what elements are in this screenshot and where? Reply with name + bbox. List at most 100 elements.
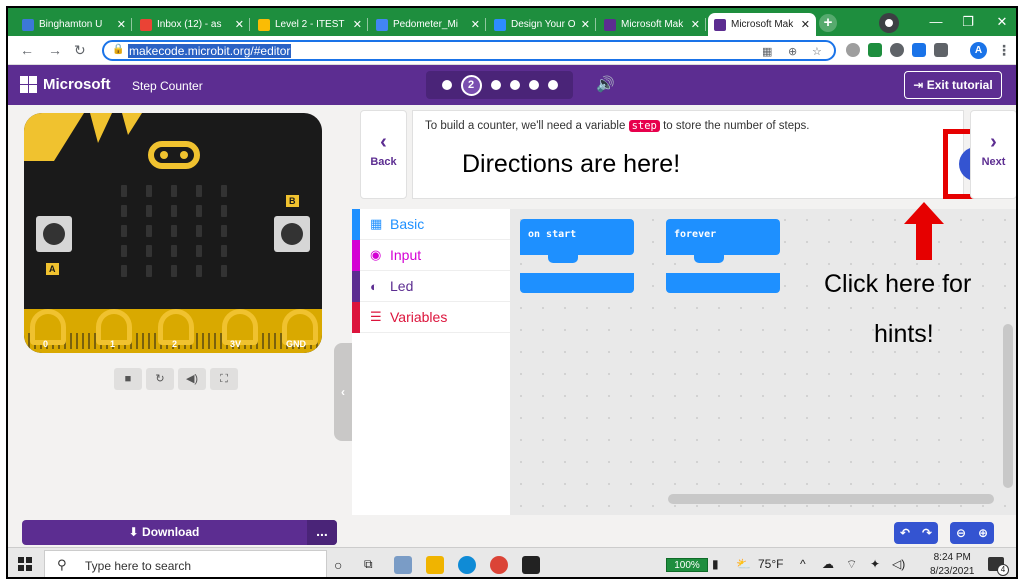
screenshot-frame: Binghamton U ✕ Inbox (12) - as ✕ Level 2… [6,6,1018,579]
extension-search-icon[interactable] [890,43,904,57]
search-icon: ⚲ [57,557,67,572]
app-icon[interactable] [394,556,412,574]
browser-profile-icon[interactable] [879,13,899,33]
task-view-icon[interactable]: ⧉ [364,557,373,572]
weather-icon[interactable]: ⛅ [736,557,751,571]
browser-menu-icon[interactable]: ⋮ [997,42,1011,59]
brand-name[interactable]: Microsoft [43,76,111,93]
exit-tutorial-button[interactable]: ⇥ Exit tutorial [904,71,1002,99]
forward-arrow-icon[interactable]: → [48,42,62,58]
toolbox-category-variables[interactable]: ☰ Variables [352,301,510,333]
windows-start-icon[interactable] [18,557,32,571]
speaker-icon[interactable]: 🔊 [596,75,615,93]
dropbox-icon[interactable]: ✦ [870,557,880,571]
on-start-block[interactable]: on start [520,219,634,293]
tab-label: Design Your O [511,19,576,30]
gmail-favicon-icon [140,18,152,31]
more-options-button[interactable]: ... [307,520,337,545]
toolbox-category-basic[interactable]: ▦ Basic [352,208,510,240]
category-label: Input [390,247,422,263]
close-icon[interactable]: ✕ [801,18,810,31]
minimize-icon[interactable]: — [924,14,948,29]
tab-design[interactable]: Design Your O ✕ [488,13,596,36]
chevron-up-icon[interactable]: ^ [800,557,806,571]
button-a[interactable] [36,216,72,252]
tab-level2[interactable]: Level 2 - ITEST ✕ [252,13,368,36]
step-dot-1[interactable] [441,80,452,90]
notifications-icon[interactable]: 4 [988,557,1009,576]
block-label: forever [674,229,717,240]
sticky-app-icon[interactable] [522,556,540,574]
step-dot-6[interactable] [547,80,558,90]
tab-inbox[interactable]: Inbox (12) - as ✕ [134,13,250,36]
url-input[interactable]: 🔒 makecode.microbit.org/#editor ▦ ⊕ ☆ [102,40,836,61]
undo-icon[interactable]: ↶ [894,522,916,544]
url-text[interactable]: makecode.microbit.org/#editor [128,44,292,58]
makecode-favicon-icon [714,18,726,31]
restore-icon[interactable]: ❐ [956,14,980,30]
qr-code-icon[interactable]: ▦ [762,45,772,58]
bookmark-star-icon[interactable]: ☆ [812,45,822,58]
file-explorer-icon[interactable] [426,556,444,574]
workspace-vertical-scrollbar[interactable] [1003,324,1013,488]
battery-icon[interactable]: ▮ [712,557,719,571]
close-icon[interactable]: ✕ [471,18,480,31]
close-icon[interactable]: ✕ [691,18,700,31]
profile-avatar[interactable]: A [970,42,987,59]
workspace-horizontal-scrollbar[interactable] [668,494,994,504]
stop-icon[interactable]: ■ [114,368,142,390]
tab-pedometer[interactable]: Pedometer_Mi ✕ [370,13,486,36]
button-b[interactable] [274,216,310,252]
fullscreen-icon[interactable]: ⛶ [210,368,238,390]
zoom-out-icon[interactable]: ⊖ [950,522,972,544]
download-button[interactable]: ⬇ Download ... [22,520,337,545]
mute-icon[interactable]: ◀) [178,368,206,390]
tutorial-next-button[interactable]: › Next [970,110,1016,199]
extension-grey-icon[interactable] [846,43,860,57]
chrome-icon[interactable] [490,556,508,574]
cortana-icon[interactable]: ○ [334,557,342,573]
restart-icon[interactable]: ↻ [146,368,174,390]
close-icon[interactable]: ✕ [235,18,244,31]
docs-favicon-icon [376,18,388,31]
step-dot-5[interactable] [528,80,539,90]
zoom-in-icon[interactable]: ⊕ [972,522,994,544]
redo-icon[interactable]: ↷ [916,522,938,544]
reload-icon[interactable]: ↻ [74,42,86,59]
volume-icon[interactable]: ◁) [892,557,905,571]
install-app-icon[interactable]: ⊕ [788,45,797,58]
tutorial-back-button[interactable]: ‹ Back [360,110,407,199]
window-close-icon[interactable]: ✕ [990,14,1014,30]
toolbox-category-input[interactable]: ◉ Input [352,239,510,271]
onedrive-icon[interactable]: ☁ [822,557,834,571]
back-arrow-icon[interactable]: ← [20,42,34,58]
step-current[interactable]: 2 [460,74,482,96]
toolbox-category-led[interactable]: ◐ Led [352,270,510,302]
tab-label: Level 2 - ITEST [275,19,345,30]
button-a-label: A [46,263,59,275]
step-dot-4[interactable] [509,80,520,90]
tab-binghamton[interactable]: Binghamton U ✕ [16,13,132,36]
wifi-icon[interactable]: ⌔ [846,557,857,572]
toggle-icon: ◐ [370,278,378,294]
tab-makecode-active[interactable]: Microsoft Mak ✕ [708,13,816,36]
close-icon[interactable]: ✕ [353,18,362,31]
close-icon[interactable]: ✕ [581,18,590,31]
system-clock[interactable]: 8:24 PM 8/23/2021 [930,551,975,577]
extension-check-icon[interactable] [868,43,882,57]
taskbar-search-input[interactable]: ⚲ Type here to search [44,550,327,577]
step-dot-3[interactable] [490,80,501,90]
temperature[interactable]: 75°F [758,557,783,571]
logo-touch-icon[interactable] [148,141,200,169]
battery-indicator[interactable]: 100% [666,558,708,572]
extensions-puzzle-icon[interactable] [934,43,948,57]
edge-icon[interactable] [458,556,476,574]
new-tab-button[interactable]: + [819,14,837,32]
collapse-simulator-icon[interactable]: ‹ [334,343,352,441]
pin-label: 1 [110,339,116,349]
extension-screen-icon[interactable] [912,43,926,57]
forever-block[interactable]: forever [666,219,780,293]
tab-makecode-1[interactable]: Microsoft Mak ✕ [598,13,706,36]
close-icon[interactable]: ✕ [117,18,126,31]
windows-taskbar: ⚲ Type here to search ○ ⧉ 100% ▮ ⛅ 75°F … [8,547,1016,577]
